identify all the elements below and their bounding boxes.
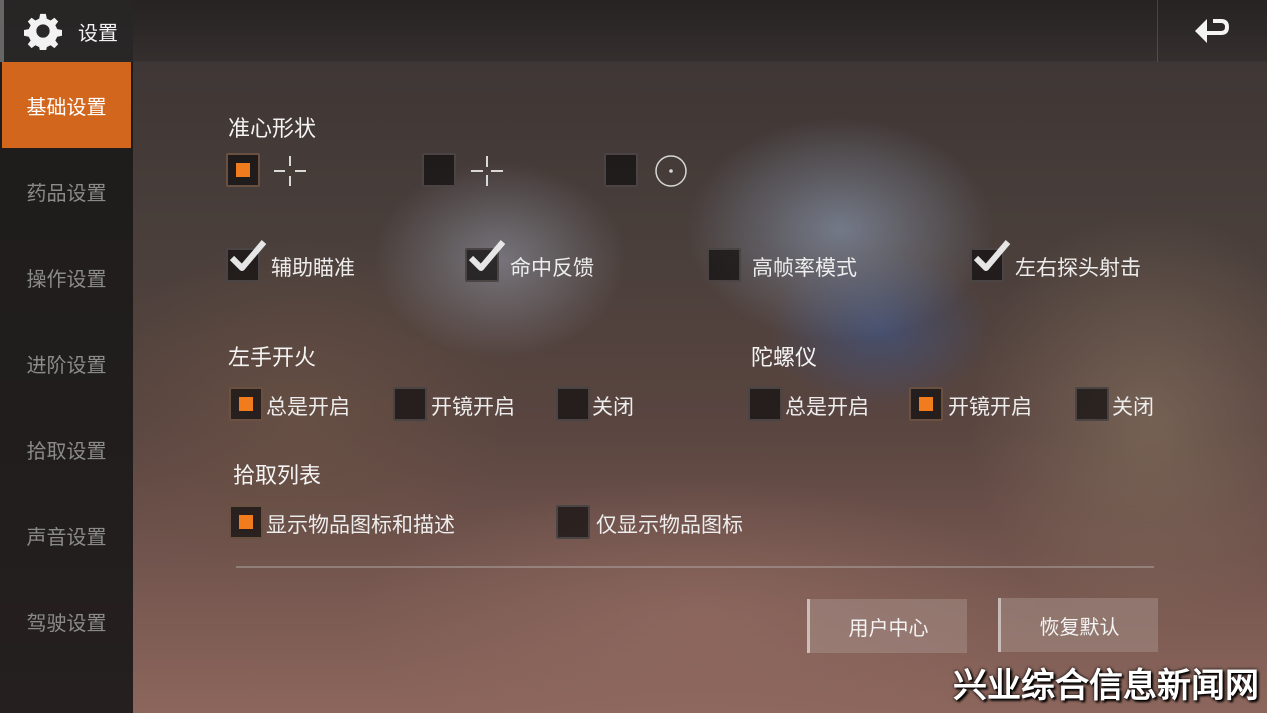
sidebar-item-label: 声音设置	[26, 524, 107, 549]
sidebar-item-controls[interactable]: 操作设置	[0, 234, 133, 320]
left-fire-off-label: 关闭	[592, 395, 634, 419]
aim-assist-checkbox[interactable]	[226, 240, 267, 282]
sidebar-item-driving[interactable]: 驾驶设置	[0, 578, 133, 664]
selected-dot	[919, 397, 933, 411]
user-center-label: 用户中心	[848, 615, 929, 640]
checkmark-icon	[973, 240, 1011, 271]
sidebar-item-pickup[interactable]: 拾取设置	[0, 406, 133, 492]
sidebar-item-medicine[interactable]: 药品设置	[0, 148, 133, 234]
sidebar-item-label: 驾驶设置	[26, 610, 107, 635]
pickup-icon-desc-radio[interactable]	[229, 505, 263, 539]
pickup-icon-only-radio[interactable]	[556, 505, 590, 539]
sidebar-item-basic[interactable]: 基础设置	[2, 62, 131, 148]
crosshair-small-icon	[471, 156, 503, 186]
watermark: 兴业综合信息新闻网	[953, 666, 1259, 706]
gear-icon	[24, 13, 62, 50]
left-fire-scope-radio[interactable]	[393, 387, 427, 421]
crosshair-option-2-radio[interactable]	[422, 153, 456, 187]
gyro-off-radio[interactable]	[1075, 387, 1109, 421]
left-fire-off-radio[interactable]	[556, 387, 590, 421]
left-fire-always-label: 总是开启	[266, 395, 350, 419]
peek-shoot-label: 左右探头射击	[1015, 256, 1141, 280]
sidebar-item-label: 药品设置	[26, 180, 107, 205]
restore-default-button[interactable]: 恢复默认	[998, 598, 1158, 652]
pickup-icon-only-label: 仅显示物品图标	[596, 513, 743, 537]
high-fps-label: 高帧率模式	[752, 256, 857, 280]
page-title: 设置	[78, 20, 118, 45]
crosshair-circle-icon	[655, 155, 687, 187]
divider	[236, 566, 1154, 568]
pickup-list-title: 拾取列表	[233, 464, 322, 489]
peek-shoot-checkbox[interactable]	[970, 240, 1011, 282]
crosshair-gap-icon	[274, 156, 306, 186]
crosshair-title: 准心形状	[228, 117, 317, 142]
hit-feedback-label: 命中反馈	[510, 256, 594, 280]
back-button[interactable]	[1157, 0, 1267, 62]
pickup-icon-desc-label: 显示物品图标和描述	[266, 513, 455, 537]
sidebar-item-label: 基础设置	[26, 94, 107, 119]
sidebar-item-label: 进阶设置	[26, 352, 107, 377]
top-bar	[0, 0, 1267, 62]
hit-feedback-checkbox[interactable]	[465, 240, 506, 282]
sidebar: 基础设置 药品设置 操作设置 进阶设置 拾取设置 声音设置 驾驶设置	[0, 62, 133, 713]
left-fire-scope-label: 开镜开启	[431, 395, 515, 419]
return-arrow-icon	[1194, 19, 1229, 43]
crosshair-option-3-radio[interactable]	[604, 153, 638, 187]
sidebar-item-advanced[interactable]: 进阶设置	[0, 320, 133, 406]
selected-dot	[236, 163, 250, 177]
checkmark-icon	[468, 240, 506, 271]
high-fps-checkbox[interactable]	[707, 248, 741, 282]
restore-default-label: 恢复默认	[1039, 614, 1120, 639]
gyro-always-radio[interactable]	[748, 387, 782, 421]
selected-dot	[239, 515, 253, 529]
sidebar-item-label: 操作设置	[26, 266, 107, 291]
gyro-title: 陀螺仪	[751, 346, 818, 371]
selected-dot	[239, 397, 253, 411]
gyro-scope-radio[interactable]	[909, 387, 943, 421]
crosshair-option-1-radio[interactable]	[226, 153, 260, 187]
sidebar-item-label: 拾取设置	[26, 438, 107, 463]
settings-title-block: 设置	[0, 0, 133, 62]
aim-assist-label: 辅助瞄准	[271, 256, 355, 280]
gyro-scope-label: 开镜开启	[948, 395, 1032, 419]
left-fire-title: 左手开火	[228, 346, 317, 371]
sidebar-item-sound[interactable]: 声音设置	[0, 492, 133, 578]
checkmark-icon	[229, 240, 267, 271]
gyro-off-label: 关闭	[1112, 395, 1154, 419]
gyro-always-label: 总是开启	[785, 395, 869, 419]
user-center-button[interactable]: 用户中心	[807, 599, 967, 653]
left-fire-always-radio[interactable]	[229, 387, 263, 421]
